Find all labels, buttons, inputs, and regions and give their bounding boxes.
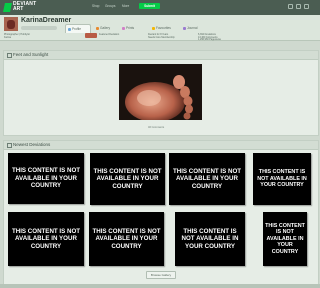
gallery-thumb[interactable]: THIS CONTENT IS NOT AVAILABLE IN YOUR CO… bbox=[90, 153, 165, 205]
meta-text: Karina bbox=[4, 35, 11, 39]
nav-more[interactable]: More bbox=[122, 4, 129, 8]
nav-shop[interactable]: Shop bbox=[92, 4, 99, 8]
profile-header: KarinaDreamer Profile Gallery Prints Fav… bbox=[0, 15, 320, 41]
featured-title: Feet and Sunlight bbox=[13, 52, 49, 57]
tab-journal[interactable]: Journal bbox=[181, 24, 205, 32]
username[interactable]: KarinaDreamer bbox=[21, 17, 71, 24]
gallery-thumb[interactable]: THIS CONTENT IS NOT AVAILABLE IN YOUR CO… bbox=[89, 212, 164, 266]
logo-text-line2: ART bbox=[13, 6, 24, 12]
featured-photo[interactable] bbox=[119, 64, 202, 120]
blocked-notice: THIS CONTENT IS NOT AVAILABLE IN YOUR CO… bbox=[181, 227, 239, 250]
newest-title: Newest Deviations bbox=[13, 142, 51, 147]
meta-text: Needs Core Membership bbox=[148, 35, 175, 39]
blocked-notice: THIS CONTENT IS NOT AVAILABLE IN YOUR CO… bbox=[11, 227, 81, 250]
tab-label: Prints bbox=[126, 26, 135, 30]
tab-label: Profile bbox=[72, 27, 82, 31]
tab-favourites[interactable]: Favourites bbox=[150, 24, 178, 32]
panel-collapse-icon[interactable] bbox=[7, 143, 12, 148]
panel-header: Feet and Sunlight bbox=[4, 51, 318, 60]
page-footer-strip bbox=[0, 284, 320, 288]
tab-prints[interactable]: Prints bbox=[120, 24, 142, 32]
tab-profile[interactable]: Profile bbox=[65, 24, 91, 33]
blocked-notice: THIS CONTENT IS NOT AVAILABLE IN YOUR CO… bbox=[265, 222, 305, 255]
tab-label: Journal bbox=[187, 26, 198, 30]
gallery-thumb[interactable]: THIS CONTENT IS NOT AVAILABLE IN YOUR CO… bbox=[8, 153, 84, 204]
star-icon bbox=[152, 26, 155, 30]
tab-label: Favourites bbox=[156, 26, 171, 30]
profile-meta: Photographer | Hobbyist Karina bbox=[4, 33, 30, 39]
nav-groups[interactable]: Groups bbox=[105, 4, 115, 8]
blocked-notice: THIS CONTENT IS NOT AVAILABLE IN YOUR CO… bbox=[93, 167, 162, 190]
meta-text: 1,296,960 Pageviews bbox=[198, 38, 221, 42]
panel-header: Newest Deviations bbox=[4, 141, 318, 150]
feet-photo-graphic bbox=[119, 64, 202, 120]
logo-mark-icon bbox=[3, 3, 12, 12]
deviant-meta: Deviant for 8 Years Needs Core Membershi… bbox=[148, 33, 175, 39]
blocked-notice: THIS CONTENT IS NOT AVAILABLE IN YOUR CO… bbox=[172, 167, 242, 190]
browse-gallery-button[interactable]: Browse Gallery bbox=[146, 271, 176, 279]
gallery-thumb[interactable]: THIS CONTENT IS NOT AVAILABLE IN YOUR CO… bbox=[8, 212, 84, 266]
gallery-thumb[interactable]: THIS CONTENT IS NOT AVAILABLE IN YOUR CO… bbox=[175, 212, 245, 266]
top-bar: DEVIANT ART Shop Groups More Submit bbox=[0, 0, 320, 15]
meta-text: Featured Deviation bbox=[99, 33, 120, 36]
tab-label: Gallery bbox=[100, 26, 111, 30]
featured-thumbnail[interactable] bbox=[85, 33, 97, 38]
blocked-notice: THIS CONTENT IS NOT AVAILABLE IN YOUR CO… bbox=[92, 227, 161, 250]
gallery-icon bbox=[96, 26, 99, 30]
profile-icon bbox=[68, 27, 71, 31]
prints-icon bbox=[122, 26, 125, 30]
blocked-notice: THIS CONTENT IS NOT AVAILABLE IN YOUR CO… bbox=[257, 169, 307, 189]
panel-collapse-icon[interactable] bbox=[7, 53, 12, 58]
user-menu-icon[interactable] bbox=[304, 4, 309, 9]
featured-meta: Featured Deviation bbox=[99, 33, 120, 37]
stats-meta: 6,394 Deviations 13,460 Comments 1,296,9… bbox=[198, 33, 221, 42]
gallery-thumb[interactable]: THIS CONTENT IS NOT AVAILABLE IN YOUR CO… bbox=[253, 153, 311, 205]
profile-actions-bar bbox=[21, 26, 57, 30]
journal-icon bbox=[183, 26, 186, 30]
tab-gallery[interactable]: Gallery bbox=[94, 24, 116, 32]
blocked-notice: THIS CONTENT IS NOT AVAILABLE IN YOUR CO… bbox=[11, 167, 81, 190]
gallery-thumb[interactable]: THIS CONTENT IS NOT AVAILABLE IN YOUR CO… bbox=[169, 153, 245, 205]
featured-caption: 46 Comments bbox=[148, 126, 165, 129]
deviantart-logo[interactable]: DEVIANT ART bbox=[3, 2, 42, 13]
search-icon[interactable] bbox=[288, 4, 293, 9]
avatar[interactable] bbox=[4, 17, 18, 31]
gallery-thumb[interactable]: THIS CONTENT IS NOT AVAILABLE IN YOUR CO… bbox=[263, 212, 307, 266]
submit-button[interactable]: Submit bbox=[139, 3, 160, 9]
message-icon[interactable] bbox=[296, 4, 301, 9]
